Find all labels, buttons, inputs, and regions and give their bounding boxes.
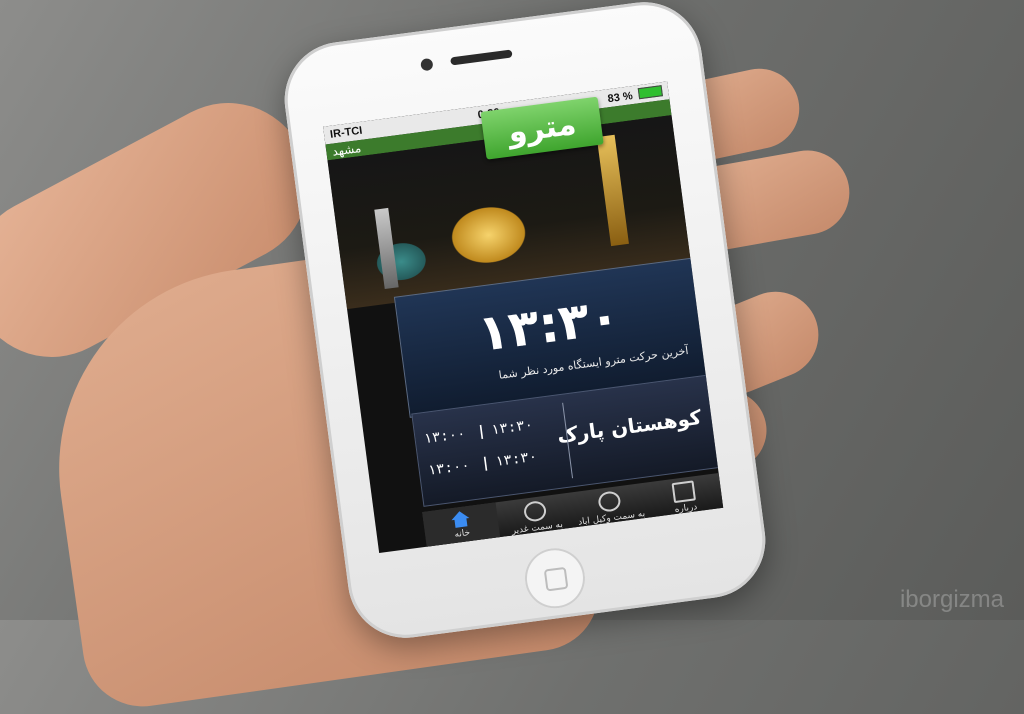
tab-label: به سمت غدیر xyxy=(511,519,564,537)
carrier-label: IR-TCI xyxy=(329,124,364,141)
battery-icon xyxy=(637,85,663,100)
minaret-shape xyxy=(374,207,399,290)
station-name[interactable]: کوهستان پارک xyxy=(556,405,703,448)
film-icon xyxy=(671,480,696,504)
minaret-shape xyxy=(596,134,629,247)
tab-about[interactable]: درباره xyxy=(645,473,723,522)
iphone-device: IR-TCI 0:36 83 % مشهد مترو ۱۳:۳۰ آخرین ح… xyxy=(277,0,773,645)
timetable-cell: ۱۳:۳۰ xyxy=(490,416,534,439)
timetable-separator: | xyxy=(476,423,487,441)
tab-towards-ghadir[interactable]: به سمت غدیر xyxy=(497,493,576,542)
tab-towards-vakilabad[interactable]: به سمت وکیل اباد xyxy=(571,483,650,532)
phone-screen: IR-TCI 0:36 83 % مشهد مترو ۱۳:۳۰ آخرین ح… xyxy=(323,81,724,554)
home-button[interactable] xyxy=(521,544,589,612)
tab-label: درباره xyxy=(674,502,698,516)
clock-icon xyxy=(597,490,622,513)
home-button-square-icon xyxy=(543,566,569,592)
watermark: iborgizma xyxy=(899,586,1004,613)
battery-percent: 83 % xyxy=(606,90,634,106)
tab-label: به سمت وکیل اباد xyxy=(577,509,646,528)
clock-icon xyxy=(522,499,548,523)
timetable-cell: ۱۳:۰۰ xyxy=(426,457,471,479)
front-camera xyxy=(420,57,434,72)
timetable-cell: ۱۳:۰۰ xyxy=(422,425,467,448)
home-icon xyxy=(450,510,470,528)
earpiece-speaker xyxy=(450,49,513,66)
tab-home[interactable]: خانه xyxy=(422,502,501,552)
tab-label: خانه xyxy=(453,528,471,540)
timetable-cell: ۱۳:۳۰ xyxy=(494,448,539,471)
timetable-separator: | xyxy=(480,454,491,472)
